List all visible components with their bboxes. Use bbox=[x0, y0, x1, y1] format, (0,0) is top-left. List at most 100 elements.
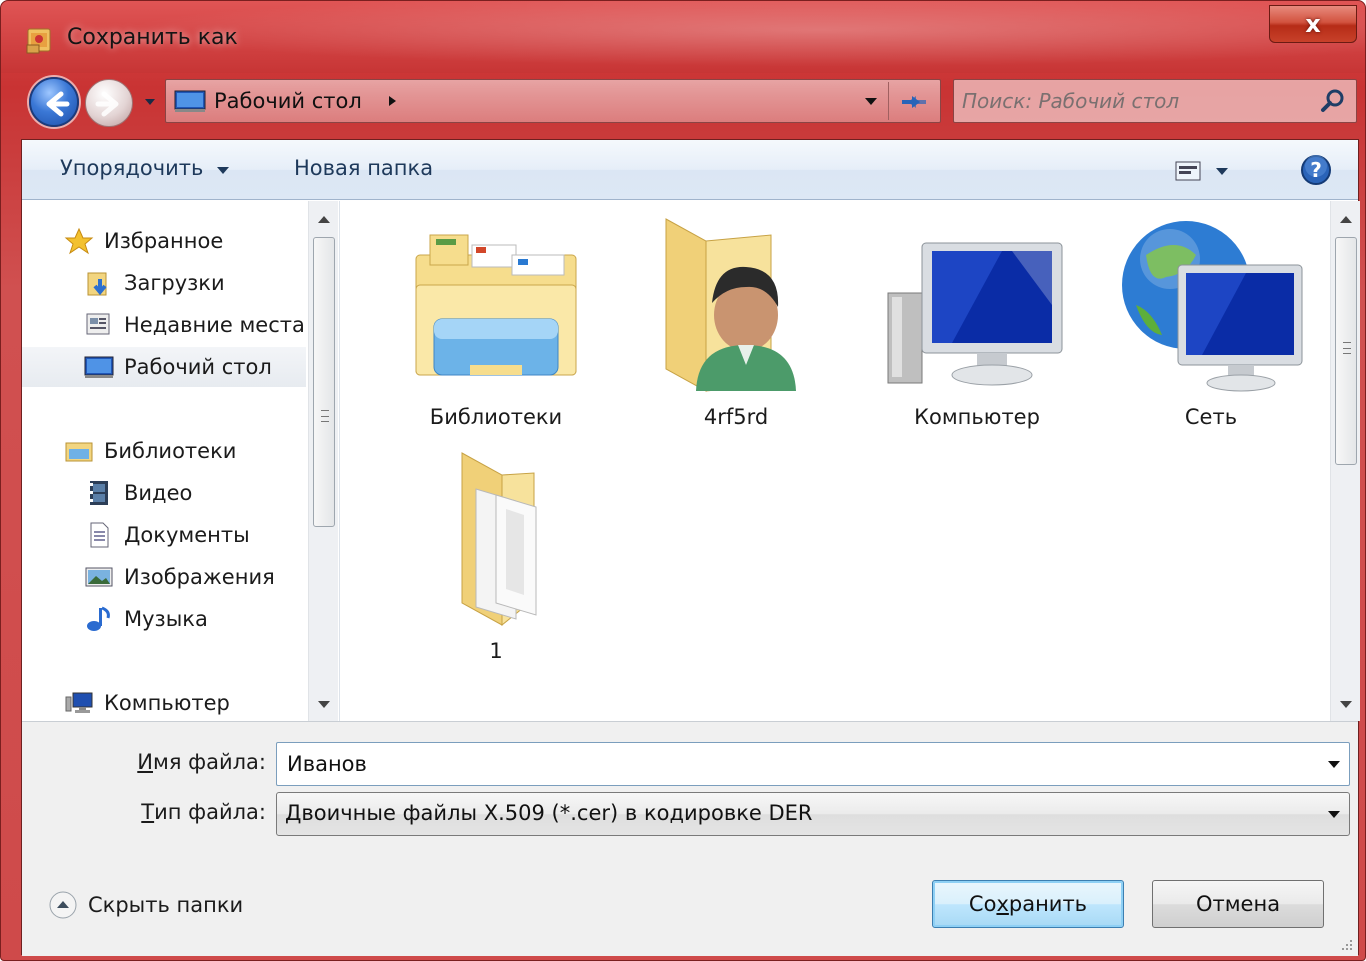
refresh-icon[interactable] bbox=[896, 88, 932, 116]
chevron-down-icon[interactable] bbox=[1325, 757, 1343, 771]
star-icon bbox=[64, 227, 94, 255]
nav-label: Видео bbox=[124, 481, 193, 505]
nav-pane-scrollbar[interactable] bbox=[308, 201, 338, 721]
breadcrumb-arrow-icon[interactable] bbox=[386, 94, 398, 108]
view-options-icon[interactable] bbox=[1172, 158, 1234, 184]
nav-label: Изображения bbox=[124, 565, 275, 589]
nav-label: Загрузки bbox=[124, 271, 225, 295]
filename-label: Имя файла: bbox=[36, 750, 266, 774]
save-label-start: Со bbox=[968, 892, 997, 916]
hide-folders-toggle[interactable]: Скрыть папки bbox=[48, 890, 243, 920]
images-icon bbox=[85, 567, 113, 587]
computer-icon bbox=[65, 692, 93, 713]
nav-label: Библиотеки bbox=[104, 439, 237, 463]
organize-menu-button[interactable]: Упорядочить bbox=[60, 156, 230, 180]
file-item-computer[interactable]: Компьютер bbox=[877, 215, 1077, 429]
user-folder-icon bbox=[665, 218, 796, 392]
nav-label: Компьютер bbox=[104, 691, 230, 715]
app-icon bbox=[26, 28, 51, 54]
back-arrow-icon bbox=[46, 91, 70, 117]
navigation-pane: Избранное Загрузки Недавние места Рабочи… bbox=[22, 201, 340, 721]
forward-button[interactable] bbox=[85, 79, 133, 127]
close-button[interactable]: x bbox=[1269, 5, 1357, 43]
hide-folders-label: Скрыть папки bbox=[88, 893, 244, 917]
scroll-down-icon[interactable] bbox=[1331, 689, 1361, 719]
resize-grip-icon[interactable] bbox=[1338, 936, 1354, 952]
file-label: 4rf5rd bbox=[703, 405, 769, 429]
nav-item-documents[interactable]: Документы bbox=[84, 515, 250, 555]
nav-item-computer[interactable]: Компьютер bbox=[64, 683, 230, 723]
address-bar[interactable]: Рабочий стол bbox=[165, 79, 941, 123]
collapse-up-icon bbox=[49, 891, 77, 919]
file-label: Сеть bbox=[1184, 405, 1238, 429]
search-box[interactable] bbox=[953, 79, 1357, 123]
nav-item-music[interactable]: Музыка bbox=[84, 599, 208, 639]
organize-label: Упорядочить bbox=[60, 156, 204, 180]
filename-label-rest: мя файла: bbox=[153, 750, 266, 774]
nav-item-recent[interactable]: Недавние места bbox=[84, 305, 305, 345]
save-form-area: Имя файла: Тип файла: Двоичные файлы X.5… bbox=[22, 721, 1358, 956]
filetype-select[interactable]: Двоичные файлы X.509 (*.cer) в кодировке… bbox=[276, 792, 1350, 836]
network-icon bbox=[1122, 221, 1303, 392]
file-label: Библиотеки bbox=[429, 405, 563, 429]
command-bar: Упорядочить Новая папка ? bbox=[22, 140, 1358, 200]
folder-icon bbox=[461, 452, 537, 627]
organize-caret-icon bbox=[217, 167, 230, 174]
save-button[interactable]: Со х ранить bbox=[932, 880, 1124, 928]
help-icon[interactable]: ? bbox=[1300, 154, 1332, 186]
file-scroll-thumb[interactable] bbox=[1335, 237, 1357, 465]
scroll-up-icon[interactable] bbox=[309, 205, 339, 235]
forward-arrow-icon bbox=[95, 91, 119, 117]
nav-item-downloads[interactable]: Загрузки bbox=[84, 263, 225, 303]
nav-label: Музыка bbox=[124, 607, 208, 631]
file-label: Компьютер bbox=[914, 405, 1040, 429]
music-icon bbox=[87, 606, 110, 631]
new-folder-button[interactable]: Новая папка bbox=[294, 156, 433, 180]
search-input[interactable] bbox=[962, 86, 1302, 116]
nav-item-favorites[interactable]: Избранное bbox=[64, 221, 223, 261]
nav-scroll-thumb[interactable] bbox=[313, 237, 335, 527]
nav-label: Недавние места bbox=[124, 313, 305, 337]
file-item-libraries[interactable]: Библиотеки bbox=[401, 215, 591, 429]
address-location[interactable]: Рабочий стол bbox=[214, 89, 362, 113]
title-bar[interactable]: Сохранить как x bbox=[1, 1, 1365, 73]
filetype-label: Тип файла: bbox=[36, 800, 266, 824]
filename-input[interactable] bbox=[287, 749, 1297, 779]
desktop-icon bbox=[174, 90, 206, 112]
chevron-down-icon[interactable] bbox=[1325, 807, 1343, 821]
address-dropdown-icon[interactable] bbox=[862, 94, 880, 108]
file-item-folder-1[interactable]: 1 bbox=[401, 449, 591, 663]
cancel-button[interactable]: Отмена bbox=[1152, 880, 1324, 928]
nav-item-libraries[interactable]: Библиотеки bbox=[64, 431, 236, 471]
dialog-client-area: Упорядочить Новая папка ? Избранное Загр… bbox=[21, 139, 1360, 956]
libraries-icon bbox=[415, 234, 577, 376]
filename-combobox[interactable] bbox=[276, 742, 1350, 786]
save-label-access-key: х bbox=[996, 892, 1009, 916]
scroll-grip-icon bbox=[1343, 342, 1351, 354]
scroll-grip-icon bbox=[321, 410, 329, 422]
file-pane-scrollbar[interactable] bbox=[1330, 201, 1360, 721]
file-item-user-folder[interactable]: 4rf5rd bbox=[641, 215, 831, 429]
file-list-pane: Библиотеки 4rf5rd Компьютер Сеть 1 bbox=[341, 201, 1360, 721]
downloads-folder-icon bbox=[87, 272, 107, 296]
nav-item-desktop[interactable]: Рабочий стол bbox=[22, 347, 306, 387]
filetype-label-access-key: Т bbox=[141, 800, 155, 824]
save-as-dialog: Сохранить как x Рабочий стол Поиск: Рабо… bbox=[0, 0, 1366, 961]
nav-item-images[interactable]: Изображения bbox=[84, 557, 275, 597]
window-title: Сохранить как bbox=[67, 25, 238, 50]
scroll-up-icon[interactable] bbox=[1331, 205, 1361, 235]
svg-text:?: ? bbox=[1310, 158, 1322, 182]
file-item-network[interactable]: Сеть bbox=[1111, 215, 1311, 429]
back-button[interactable] bbox=[29, 77, 79, 127]
libraries-icon bbox=[65, 442, 93, 462]
nav-label: Избранное bbox=[104, 229, 224, 253]
documents-icon bbox=[90, 522, 109, 548]
recent-places-icon bbox=[86, 313, 110, 335]
scroll-down-icon[interactable] bbox=[309, 689, 339, 719]
search-icon[interactable] bbox=[1320, 88, 1346, 114]
video-icon bbox=[90, 481, 108, 505]
nav-item-video[interactable]: Видео bbox=[84, 473, 192, 513]
address-separator bbox=[888, 82, 889, 120]
history-dropdown-icon[interactable] bbox=[143, 95, 157, 109]
desktop-icon bbox=[84, 356, 114, 378]
